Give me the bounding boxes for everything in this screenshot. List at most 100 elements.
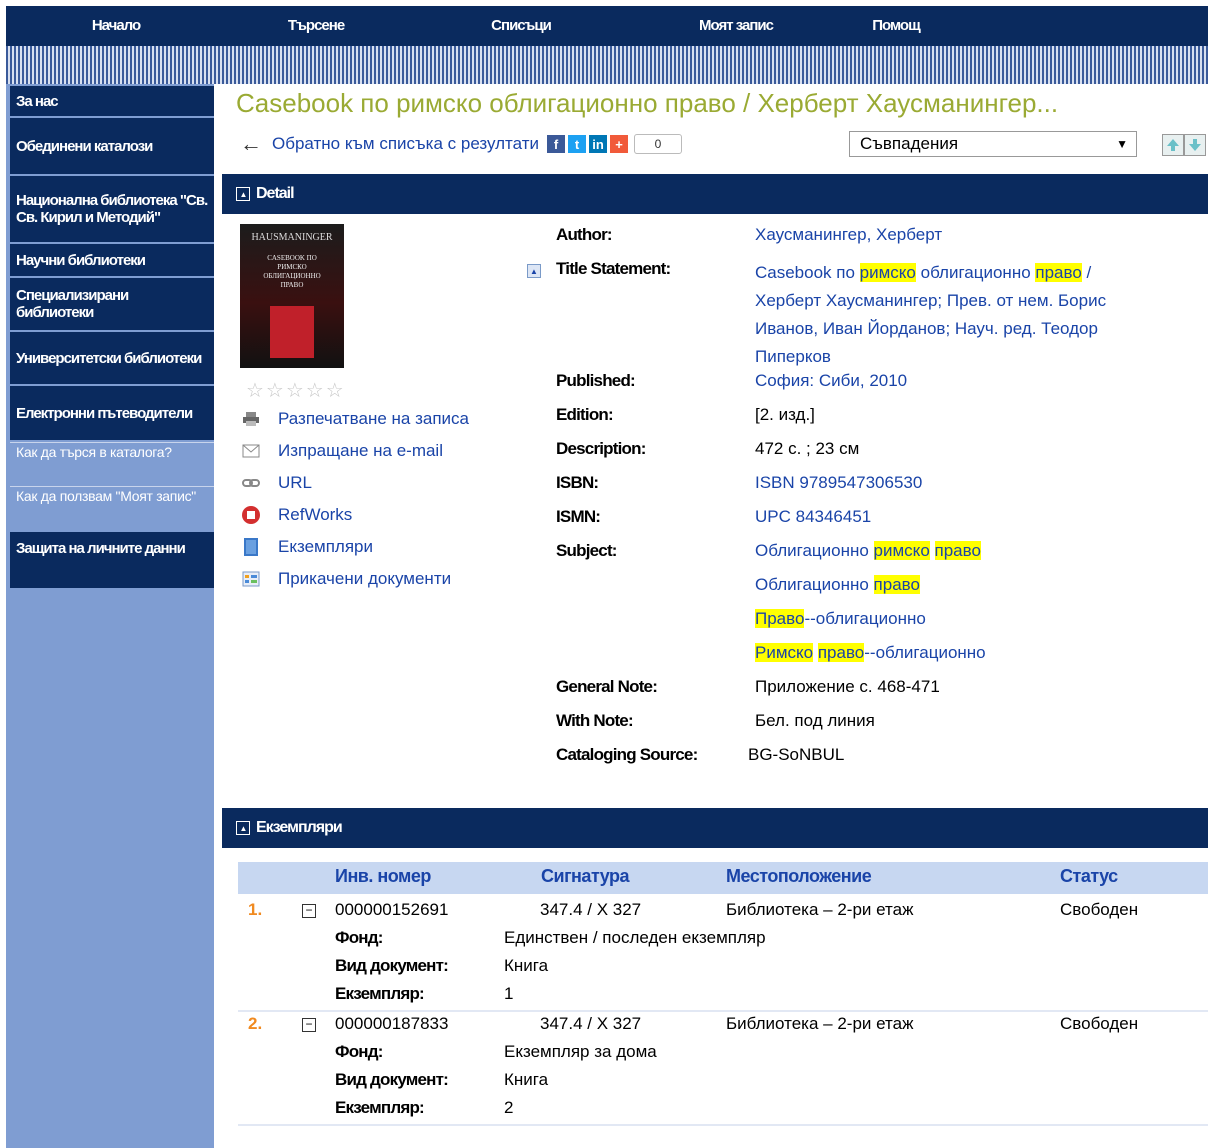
sidebar-item-about[interactable]: За нас bbox=[10, 86, 214, 116]
collapse-field-icon[interactable]: ▲ bbox=[527, 264, 541, 278]
doc-type-value: Книга bbox=[504, 1070, 549, 1089]
subject-link-3[interactable]: Право--облигационно bbox=[755, 609, 926, 629]
sort-select[interactable]: Съвпадения ▼ bbox=[849, 131, 1137, 157]
copy-label: Екземпляр: bbox=[335, 1098, 425, 1117]
email-record-label: Изпращане на e-mail bbox=[278, 441, 443, 460]
book-cover-image: HAUSMANINGER CASEBOOK ПО РИМСКО ОБЛИГАЦИ… bbox=[240, 224, 344, 368]
arrow-down-icon bbox=[1189, 139, 1201, 151]
collapse-row-icon[interactable]: − bbox=[302, 904, 316, 918]
description-label: Description: bbox=[556, 439, 646, 458]
sort-select-value: Съвпадения bbox=[860, 134, 959, 153]
printer-icon bbox=[240, 411, 262, 427]
published-value[interactable]: София: Сиби, 2010 bbox=[755, 371, 907, 391]
sort-up-button[interactable] bbox=[1162, 134, 1184, 156]
sidebar-item-national-library[interactable]: Национална библиотека "Св. Св. Кирил и М… bbox=[10, 176, 214, 242]
print-record-action[interactable]: Разпечатване на записа bbox=[240, 404, 469, 434]
isbn-value[interactable]: ISBN 9789547306530 bbox=[755, 473, 922, 493]
collapse-row-icon[interactable]: − bbox=[302, 1018, 316, 1032]
subject-text: Облигационно bbox=[755, 575, 874, 594]
column-header-inventory[interactable]: Инв. номер bbox=[335, 866, 431, 887]
book-icon bbox=[240, 537, 262, 557]
url-label: URL bbox=[278, 473, 313, 492]
sidebar-item-scientific-libraries[interactable]: Научни библиотеки bbox=[10, 244, 214, 276]
author-label: Author: bbox=[556, 225, 613, 244]
title-text: Иванов, Иван Йорданов; Науч. ред. Теодор bbox=[755, 319, 1098, 338]
nav-home[interactable]: Начало bbox=[6, 6, 226, 46]
subject-text: --облигационно bbox=[864, 643, 986, 662]
description-value: 472 с. ; 23 см bbox=[755, 439, 860, 458]
doc-type-value: Книга bbox=[504, 956, 549, 975]
url-action[interactable]: URL bbox=[240, 468, 312, 498]
general-note-label: General Note: bbox=[556, 677, 658, 696]
column-header-signature[interactable]: Сигнатура bbox=[541, 866, 630, 887]
refworks-action[interactable]: RefWorks bbox=[240, 500, 352, 530]
subject-label: Subject: bbox=[556, 541, 617, 560]
column-header-status[interactable]: Статус bbox=[1060, 866, 1118, 887]
envelope-icon bbox=[240, 444, 262, 458]
sidebar-item-union-catalogs[interactable]: Обединени каталози bbox=[10, 118, 214, 174]
table-row: 2. − 000000187833 347.4 / Х 327 Библиоте… bbox=[238, 1012, 1208, 1128]
author-value[interactable]: Хаусманингер, Херберт bbox=[755, 225, 942, 245]
copy-value: 2 bbox=[504, 1098, 514, 1117]
column-header-location[interactable]: Местоположение bbox=[726, 866, 872, 887]
title-text: / bbox=[1081, 263, 1092, 282]
fund-value: Екземпляр за дома bbox=[504, 1042, 657, 1061]
sidebar-subitem-how-to-use-my-record[interactable]: Как да ползвам "Моят запис" bbox=[10, 486, 214, 530]
cover-red-block bbox=[270, 306, 314, 358]
nav-lists[interactable]: Списъци bbox=[406, 6, 636, 46]
collapse-icon[interactable]: ▲ bbox=[236, 187, 250, 201]
title-statement-label: Title Statement: bbox=[556, 259, 671, 278]
share-plus-icon[interactable]: + bbox=[610, 135, 629, 153]
rating-stars[interactable]: ☆☆☆☆☆ bbox=[246, 378, 346, 403]
title-text: облигационно bbox=[915, 263, 1036, 282]
sidebar-item-data-protection[interactable]: Защита на личните данни bbox=[10, 532, 214, 588]
title-statement-value[interactable]: Casebook по римско облигационно право / … bbox=[755, 259, 1205, 371]
fund-label: Фонд: bbox=[335, 1042, 383, 1061]
subject-link-2[interactable]: Облигационно право bbox=[755, 575, 920, 595]
location: Библиотека – 2-ри етаж bbox=[726, 900, 914, 919]
copies-action[interactable]: Екземпляри bbox=[240, 532, 373, 562]
title-text: Пиперков bbox=[755, 347, 831, 366]
cataloging-source-label: Cataloging Source: bbox=[556, 745, 698, 764]
facebook-icon[interactable]: f bbox=[547, 135, 566, 153]
sidebar-item-university-libraries[interactable]: Университетски библиотеки bbox=[10, 332, 214, 384]
chevron-down-icon: ▼ bbox=[1116, 137, 1128, 151]
print-record-label: Разпечатване на записа bbox=[278, 409, 469, 428]
back-arrow-icon[interactable]: ← bbox=[240, 131, 262, 157]
link-icon bbox=[240, 478, 262, 488]
isbn-label: ISBN: bbox=[556, 473, 599, 492]
sidebar-item-e-guides[interactable]: Електронни пътеводители bbox=[10, 386, 214, 440]
nav-my-record[interactable]: Моят запис bbox=[636, 6, 836, 46]
doc-type-label: Вид документ: bbox=[335, 1070, 449, 1089]
holdings-table-header: Инв. номер Сигнатура Местоположение Стат… bbox=[238, 862, 1208, 894]
email-record-action[interactable]: Изпращане на e-mail bbox=[240, 436, 443, 466]
sidebar-item-specialized-libraries[interactable]: Специализирани библиотеки bbox=[10, 278, 214, 330]
holdings-section-header[interactable]: ▲ Екземпляри bbox=[222, 808, 1208, 848]
edition-value: [2. изд.] bbox=[755, 405, 815, 424]
sort-down-button[interactable] bbox=[1184, 134, 1206, 156]
sidebar-subitem-how-to-search[interactable]: Как да търся в каталога? bbox=[10, 442, 214, 484]
subject-link-4[interactable]: Римско право--облигационно bbox=[755, 643, 986, 663]
linkedin-icon[interactable]: in bbox=[589, 135, 608, 153]
subject-text: Облигационно bbox=[755, 541, 874, 560]
attached-documents-action[interactable]: Прикачени документи bbox=[240, 564, 451, 594]
nav-help[interactable]: Помощ bbox=[836, 6, 956, 46]
inventory-number: 000000152691 bbox=[335, 900, 449, 919]
nav-search[interactable]: Търсене bbox=[226, 6, 406, 46]
twitter-icon[interactable]: t bbox=[568, 135, 587, 153]
highlight-term: Римско bbox=[755, 643, 814, 662]
highlight-term: право bbox=[934, 541, 981, 560]
decorative-stripe bbox=[6, 46, 1208, 84]
record-title: Casebook по римско облигационно право / … bbox=[236, 88, 1059, 118]
detail-section-header[interactable]: ▲ Detail bbox=[222, 174, 1208, 214]
collapse-icon[interactable]: ▲ bbox=[236, 821, 250, 835]
row-number: 2. bbox=[248, 1014, 263, 1033]
refworks-label: RefWorks bbox=[278, 505, 353, 524]
ismn-value[interactable]: UPC 84346451 bbox=[755, 507, 871, 527]
cataloging-source-value: BG-SoNBUL bbox=[748, 745, 845, 764]
subject-link-1[interactable]: Облигационно римско право bbox=[755, 541, 981, 561]
general-note-value: Приложение с. 468-471 bbox=[755, 677, 940, 696]
table-row: 1. − 000000152691 347.4 / Х 327 Библиоте… bbox=[238, 898, 1208, 1014]
back-to-results-link[interactable]: Обратно към списъка с резултати bbox=[272, 134, 539, 154]
inventory-number: 000000187833 bbox=[335, 1014, 449, 1033]
